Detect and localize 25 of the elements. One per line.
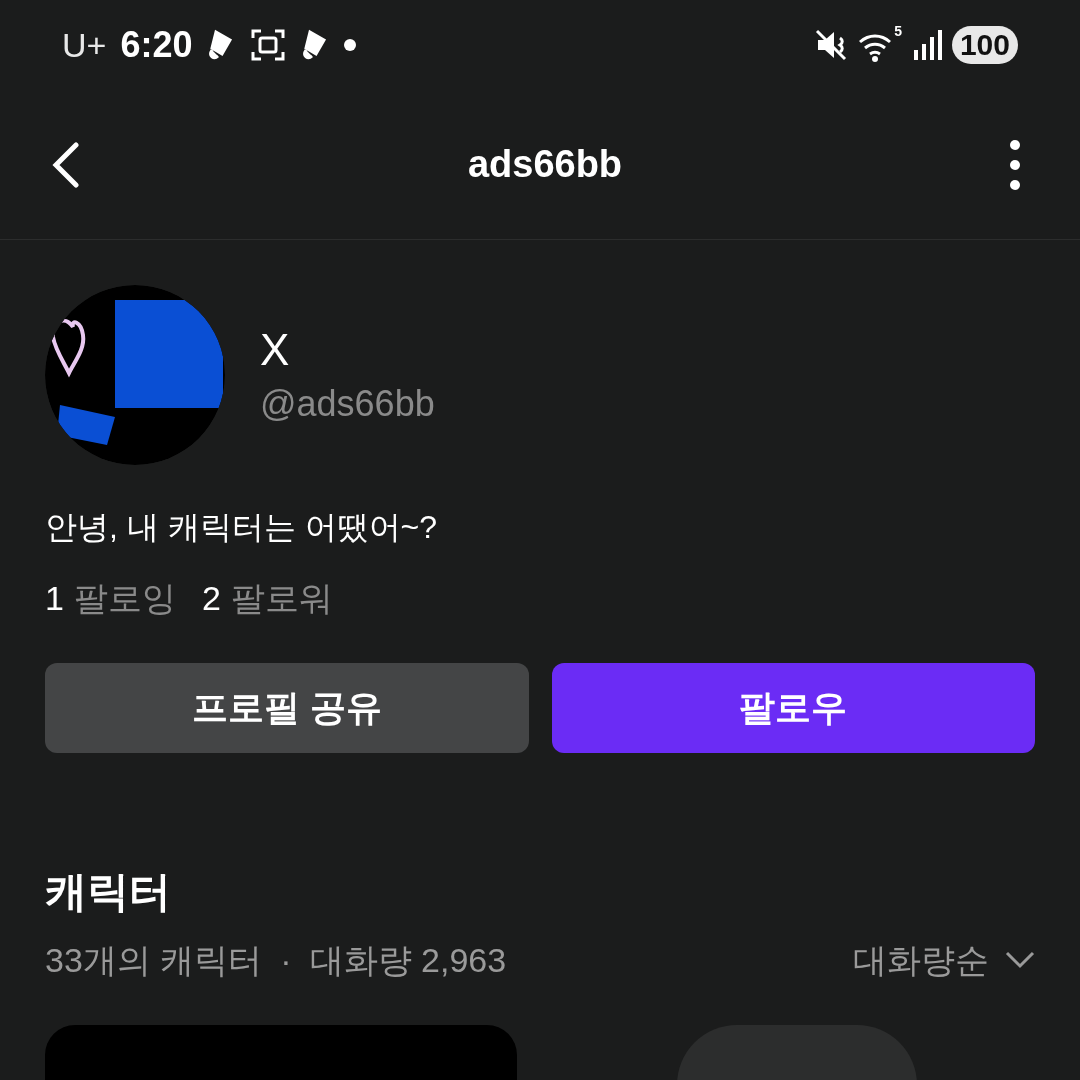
back-icon [50, 141, 80, 188]
mute-icon [813, 28, 848, 62]
carrier-text: U+ [62, 24, 107, 66]
character-count: 33개의 캐릭터 [45, 943, 263, 977]
profile-bio: 안녕, 내 캐릭터는 어땠어~? [45, 511, 439, 543]
page-title: ads66bb [467, 142, 623, 187]
battery-badge: 100 [951, 26, 1018, 64]
chat-volume: 대화량 2,963 [309, 943, 507, 977]
signal-icon [911, 30, 942, 60]
follow-button[interactable]: 팔로우 [551, 663, 1035, 753]
profile-handle: @ads66bb [260, 386, 435, 422]
profile-name: X [260, 328, 291, 372]
wifi-icon [857, 32, 892, 62]
chevron-down-icon [1005, 951, 1035, 969]
share-profile-button[interactable]: 프로필 공유 [45, 663, 529, 753]
separator-text: · [280, 943, 292, 977]
dot-icon [344, 39, 357, 51]
section-title: 캐릭터 [45, 871, 172, 913]
follow-stat[interactable]: 1 팔로잉 [45, 581, 176, 615]
follow-stat[interactable]: 2 팔로워 [201, 581, 333, 615]
more-icon [1009, 138, 1021, 191]
sort-dropdown[interactable]: 대화량순 [853, 943, 1035, 977]
wifi-badge-text: 5 [894, 24, 902, 38]
screenshot-icon [250, 28, 287, 62]
clock-text: 6:20 [120, 23, 193, 67]
